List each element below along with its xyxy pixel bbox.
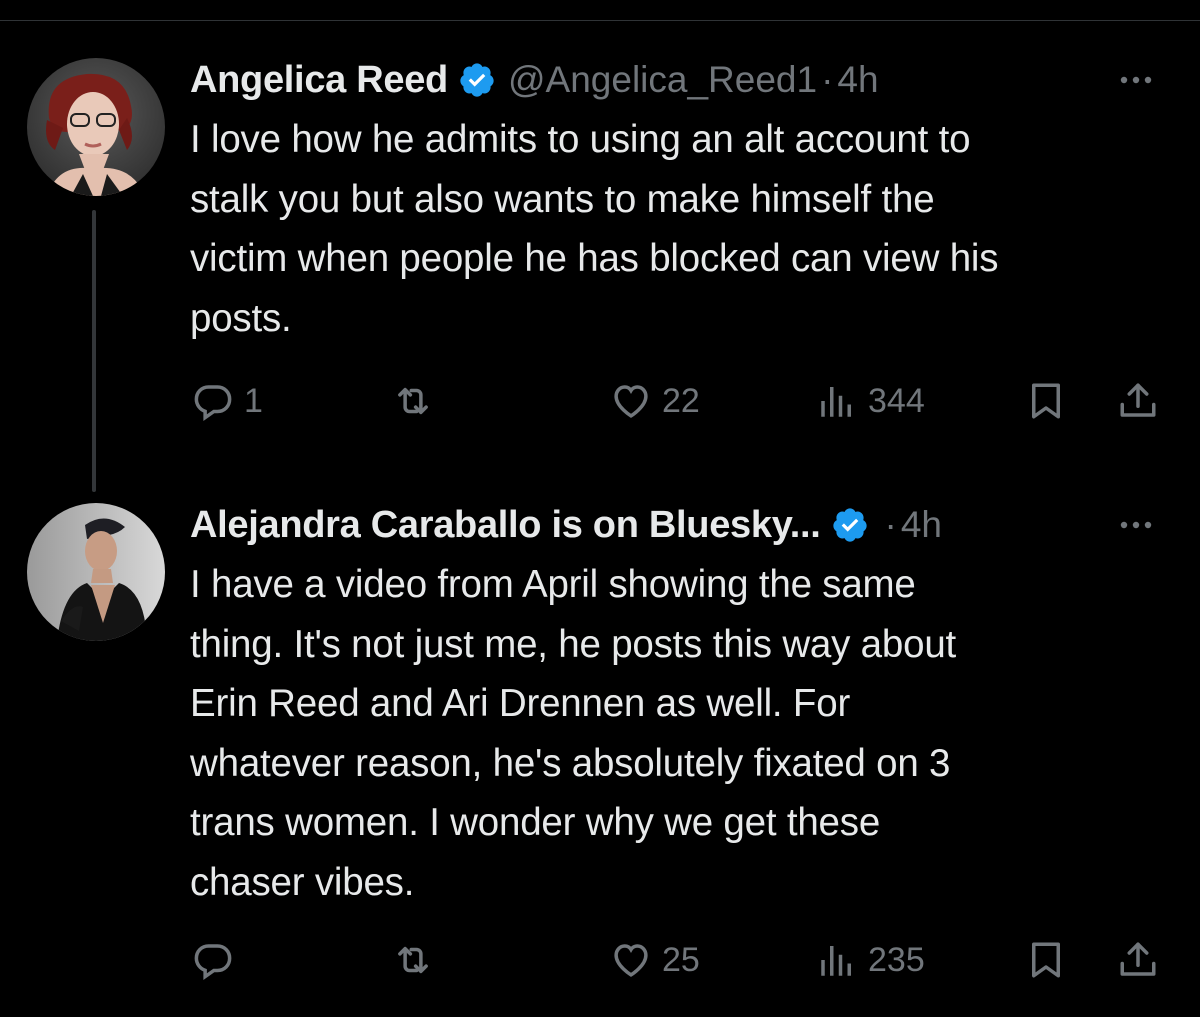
views-icon [821, 387, 851, 417]
like-button[interactable]: 25 [610, 930, 700, 990]
separator-dot: · [821, 59, 834, 100]
tweet-text: I love how he admits to using an alt acc… [190, 118, 999, 340]
share-icon [1120, 383, 1156, 417]
timestamp[interactable]: 4h [901, 504, 942, 546]
avatar[interactable] [27, 503, 165, 641]
timestamp[interactable]: 4h [837, 59, 878, 101]
reply-button[interactable]: 1 [192, 371, 263, 431]
thread-connector-line [92, 210, 96, 492]
retweet-icon [398, 387, 428, 415]
more-dots-icon[interactable] [1114, 503, 1158, 547]
like-button[interactable]: 22 [610, 371, 700, 431]
share-button[interactable] [1117, 930, 1159, 990]
retweet-button[interactable] [392, 930, 444, 990]
like-count: 22 [662, 381, 700, 420]
avatar-image [27, 58, 165, 196]
share-button[interactable] [1117, 371, 1159, 431]
heart-icon [614, 385, 648, 418]
more-dots-icon[interactable] [1114, 58, 1158, 102]
avatar-image [27, 503, 165, 641]
author-display-name[interactable]: Angelica Reed [190, 59, 448, 102]
verified-badge-icon[interactable] [831, 506, 869, 544]
author-handle[interactable]: @Angelica_Reed1 [508, 59, 817, 101]
like-count: 25 [662, 940, 700, 979]
verified-badge-icon[interactable] [458, 61, 496, 99]
heart-icon [614, 944, 648, 977]
author-display-name[interactable]: Alejandra Caraballo is on Bluesky... [190, 504, 821, 547]
separator-dot: · [884, 504, 897, 545]
tweet-header: Angelica Reed @Angelica_Reed1 · 4h [190, 50, 1180, 110]
tweet-header: Alejandra Caraballo is on Bluesky... · 4… [190, 495, 1180, 555]
share-icon [1120, 942, 1156, 976]
views-icon [821, 946, 851, 976]
tweet-actions: 1 22 344 [0, 371, 1200, 431]
tweet-text: I have a video from April showing the sa… [190, 563, 957, 904]
bookmark-icon [1032, 942, 1060, 978]
bookmark-icon [1032, 383, 1060, 419]
reply-icon [194, 385, 232, 421]
bookmark-button[interactable] [1025, 930, 1067, 990]
tweet-actions: 25 235 [0, 930, 1200, 990]
reply-button[interactable] [192, 930, 244, 990]
views-count: 235 [868, 940, 925, 979]
reply-icon [194, 944, 232, 980]
avatar[interactable] [27, 58, 165, 196]
views-button[interactable]: 235 [816, 930, 925, 990]
bookmark-button[interactable] [1025, 371, 1067, 431]
views-button[interactable]: 344 [816, 371, 925, 431]
retweet-button[interactable] [392, 371, 444, 431]
top-divider [0, 20, 1200, 21]
retweet-icon [398, 946, 428, 974]
reply-count: 1 [244, 381, 263, 420]
views-count: 344 [868, 381, 925, 420]
